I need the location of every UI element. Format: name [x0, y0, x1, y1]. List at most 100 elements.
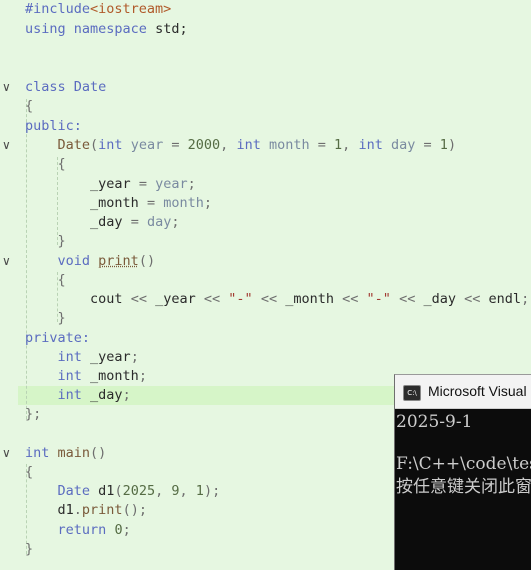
code-line-return: return 0; [25, 521, 131, 540]
operator: << [130, 291, 147, 307]
keyword: namespace [73, 21, 147, 37]
punctuation: ; [521, 291, 530, 307]
fold-chevron-icon[interactable]: ∨ [2, 78, 12, 97]
member: _year [90, 349, 131, 365]
member: _month [90, 368, 139, 384]
member: _day [90, 214, 123, 230]
console-title: Microsoft Visual Studio Debug Console [428, 383, 531, 399]
member: _month [285, 291, 334, 307]
code-line-class-end: }; [25, 405, 41, 424]
keyword: void [57, 253, 91, 269]
param: month [163, 195, 204, 211]
constructor-name: Date [57, 137, 91, 153]
number: 1 [334, 137, 343, 153]
identifier: d1 [57, 502, 74, 518]
keyword: return [57, 522, 107, 538]
param: year [155, 176, 188, 192]
code-line-include: #include<iostream> [25, 0, 171, 19]
punctuation: } [57, 233, 66, 249]
code-line-class: class Date [25, 78, 106, 97]
code-line-private: private: [25, 329, 90, 348]
punctuation: ; [171, 214, 180, 230]
punctuation: ; [179, 21, 188, 37]
number: 9 [171, 483, 180, 499]
param: day [390, 137, 416, 153]
code-line-using: using namespace std; [25, 20, 188, 39]
debug-console-window[interactable]: C:\ Microsoft Visual Studio Debug Consol… [394, 374, 531, 570]
function-name: print [98, 253, 139, 269]
punctuation: { [25, 464, 34, 480]
code-line-assign-month: _month = month; [90, 195, 213, 211]
keyword: int [25, 445, 50, 461]
access-specifier: private: [25, 330, 91, 346]
member: _day [423, 291, 456, 307]
punctuation: ; [187, 176, 196, 192]
keyword: class [25, 79, 66, 95]
identifier: cout [90, 291, 123, 307]
param: month [268, 137, 310, 153]
keyword: int [57, 368, 82, 384]
console-output-line: 按任意键关闭此窗口. . . [396, 477, 531, 497]
code-line-member-day: int _day; [25, 386, 131, 405]
code-line-brace: { [25, 271, 66, 290]
fold-chevron-icon[interactable]: ∨ [2, 136, 12, 155]
operator: << [342, 291, 359, 307]
punctuation: { [25, 98, 34, 114]
punctuation: ; [203, 195, 213, 211]
punctuation: } [25, 541, 34, 557]
keyword: int [358, 137, 383, 153]
keyword: using [25, 21, 66, 37]
code-line-main: int main() [25, 445, 107, 461]
identifier: d1 [98, 483, 115, 499]
number: 2025 [122, 483, 156, 499]
keyword: int [98, 137, 123, 153]
class-name: Date [73, 79, 107, 95]
console-app-icon: C:\ [403, 385, 421, 401]
punctuation: ; [122, 387, 131, 403]
string-literal: "-" [366, 291, 391, 307]
code-line-brace: { [25, 463, 33, 482]
code-line-assign-day: _day = day; [90, 214, 180, 230]
code-line-public: public: [25, 117, 82, 136]
number: 1 [195, 483, 204, 499]
punctuation: }; [25, 406, 42, 422]
console-output-line: F:\C++\code\test [396, 454, 531, 474]
code-line-cout: cout << _year << "-" << _month << "-" <<… [25, 290, 529, 309]
number: 2000 [187, 137, 221, 153]
code-line-member-month: int _month; [25, 367, 147, 386]
identifier: std [155, 21, 180, 37]
fold-chevron-icon[interactable]: ∨ [2, 444, 12, 463]
member: _day [90, 387, 123, 403]
code-line-print-decl: void print() [57, 253, 156, 269]
operator: << [399, 291, 416, 307]
punctuation: } [57, 310, 66, 326]
member: _year [90, 176, 131, 192]
param: day [146, 214, 172, 230]
punctuation: ; [130, 349, 139, 365]
include-directive: #include [25, 1, 91, 17]
function-name: print [81, 502, 123, 518]
keyword: int [57, 349, 82, 365]
code-line-assign-year: _year = year; [90, 176, 196, 192]
fold-chevron-icon[interactable]: ∨ [2, 252, 12, 271]
member: _year [155, 291, 196, 307]
operator: << [464, 291, 481, 307]
param: year [130, 137, 164, 153]
punctuation: ; [122, 522, 131, 538]
punctuation: ; [138, 368, 147, 384]
code-line-brace: { [25, 97, 33, 116]
function-name: main [57, 445, 91, 461]
access-specifier: public: [25, 118, 82, 134]
console-titlebar[interactable]: C:\ Microsoft Visual Studio Debug Consol… [395, 375, 531, 409]
keyword: int [57, 387, 82, 403]
number: 0 [114, 522, 123, 538]
code-line-decl-d1: Date d1(2025, 9, 1); [57, 483, 221, 499]
number: 1 [439, 137, 448, 153]
operator: << [260, 291, 278, 307]
code-line-brace: } [25, 232, 66, 251]
keyword: int [236, 137, 261, 153]
code-line-member-year: int _year; [25, 348, 139, 367]
punctuation: { [57, 156, 66, 172]
code-line-brace: } [25, 540, 33, 559]
operator: << [203, 291, 221, 307]
